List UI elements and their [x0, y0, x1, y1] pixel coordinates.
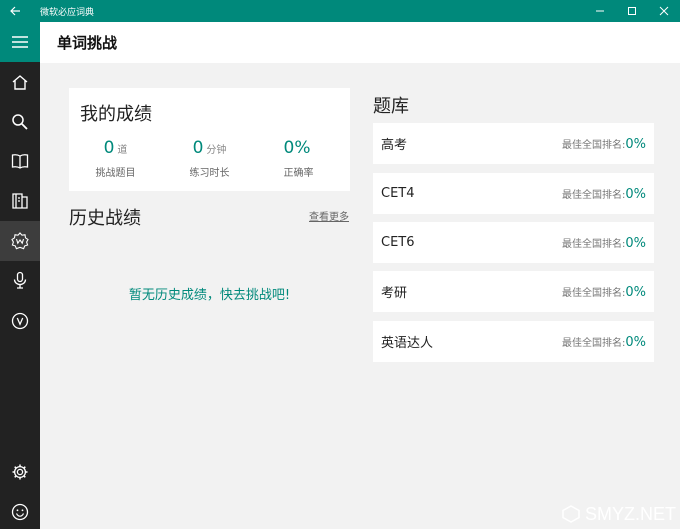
bank-item-english-master[interactable]: 英语达人 最佳全国排名:0% [373, 321, 654, 362]
maximize-icon [628, 7, 636, 15]
stat-unit: 分钟 [206, 145, 227, 156]
nav-dictionary[interactable] [0, 141, 40, 181]
rank-value: 0% [625, 284, 646, 300]
bank-item-rank: 最佳全国排名:0% [562, 235, 646, 251]
rank-value: 0% [625, 186, 646, 202]
history-title: 历史战绩 [69, 208, 141, 229]
nav-settings[interactable] [0, 452, 40, 492]
hamburger-icon [12, 36, 28, 48]
minimize-button[interactable] [584, 0, 616, 22]
sidebar [0, 22, 40, 529]
nav-vocabulary[interactable] [0, 181, 40, 221]
bank-item-cet4[interactable]: CET4 最佳全国排名:0% [373, 173, 654, 214]
bank-item-name: 考研 [381, 286, 408, 301]
settings-icon [12, 464, 28, 480]
book-icon [11, 154, 29, 169]
bank-item-name: CET6 [381, 235, 415, 250]
nav-search[interactable] [0, 102, 40, 142]
bank-item-rank: 最佳全国排名:0% [562, 284, 646, 300]
bank-item-name: CET4 [381, 186, 415, 201]
rank-label: 最佳全国排名: [562, 238, 626, 250]
score-title: 我的成绩 [80, 104, 152, 125]
bank-item-name: 英语达人 [381, 336, 434, 351]
maximize-button[interactable] [616, 0, 648, 22]
stat-label: 练习时长 [189, 168, 230, 179]
close-button[interactable] [648, 0, 680, 22]
title-bar: 微软必应词典 [0, 0, 680, 22]
stat-value: 0 [192, 138, 204, 158]
view-more-link[interactable]: 查看更多 [309, 208, 349, 223]
nav-home[interactable] [0, 62, 40, 102]
history-empty-message: 暂无历史成绩，快去挑战吧! [128, 288, 291, 303]
score-card: 我的成绩 0道 挑战题目 0 分钟 练习时长 0% 正确率 [69, 88, 350, 191]
nav-speech[interactable] [0, 260, 40, 300]
video-icon [11, 312, 29, 330]
question-bank-title: 题库 [373, 96, 409, 117]
rank-label: 最佳全国排名: [562, 337, 626, 349]
watermark-text: SMYZ.NET [584, 503, 676, 524]
bank-item-name: 高考 [381, 138, 408, 153]
nav-video[interactable] [0, 301, 40, 341]
stat-label: 正确率 [283, 168, 314, 179]
bank-item-rank: 最佳全国排名:0% [562, 186, 646, 202]
stat-duration: 0 分钟 练习时长 [163, 138, 256, 179]
minimize-icon [596, 10, 604, 12]
bank-item-gaokao[interactable]: 高考 最佳全国排名:0% [373, 123, 654, 164]
stat-label: 挑战题目 [95, 168, 136, 179]
bank-item-rank: 最佳全国排名:0% [562, 136, 646, 152]
rank-label: 最佳全国排名: [562, 139, 626, 151]
stat-value: 0 [103, 138, 115, 158]
microphone-icon [13, 271, 27, 289]
page-header: 单词挑战 [40, 22, 680, 63]
stat-value: 0% [283, 138, 311, 158]
back-arrow-icon [10, 6, 20, 16]
menu-button[interactable] [0, 22, 40, 62]
home-icon [12, 75, 28, 90]
stat-accuracy: 0% 正确率 [252, 138, 345, 179]
rank-label: 最佳全国排名: [562, 287, 626, 299]
watermark-logo-icon [562, 505, 580, 523]
bank-item-rank: 最佳全国排名:0% [562, 334, 646, 350]
rank-value: 0% [625, 334, 646, 350]
bank-item-cet6[interactable]: CET6 最佳全国排名:0% [373, 222, 654, 263]
watermark: SMYZ.NET [560, 503, 676, 525]
nav-word-challenge[interactable] [0, 221, 40, 261]
bank-item-kaoyan[interactable]: 考研 最佳全国排名:0% [373, 271, 654, 312]
page-title: 单词挑战 [57, 34, 118, 52]
window-title: 微软必应词典 [40, 7, 95, 18]
word-challenge-icon [11, 232, 29, 250]
search-icon [12, 114, 28, 130]
rank-label: 最佳全国排名: [562, 189, 626, 201]
nav-feedback[interactable] [0, 492, 40, 529]
notebook-icon [12, 193, 28, 209]
smiley-icon [11, 503, 29, 521]
back-button[interactable] [0, 0, 30, 22]
stat-unit: 道 [117, 145, 128, 156]
rank-value: 0% [625, 235, 646, 251]
stat-challenged: 0道 挑战题目 [69, 138, 162, 179]
close-icon [659, 6, 669, 16]
rank-value: 0% [625, 136, 646, 152]
